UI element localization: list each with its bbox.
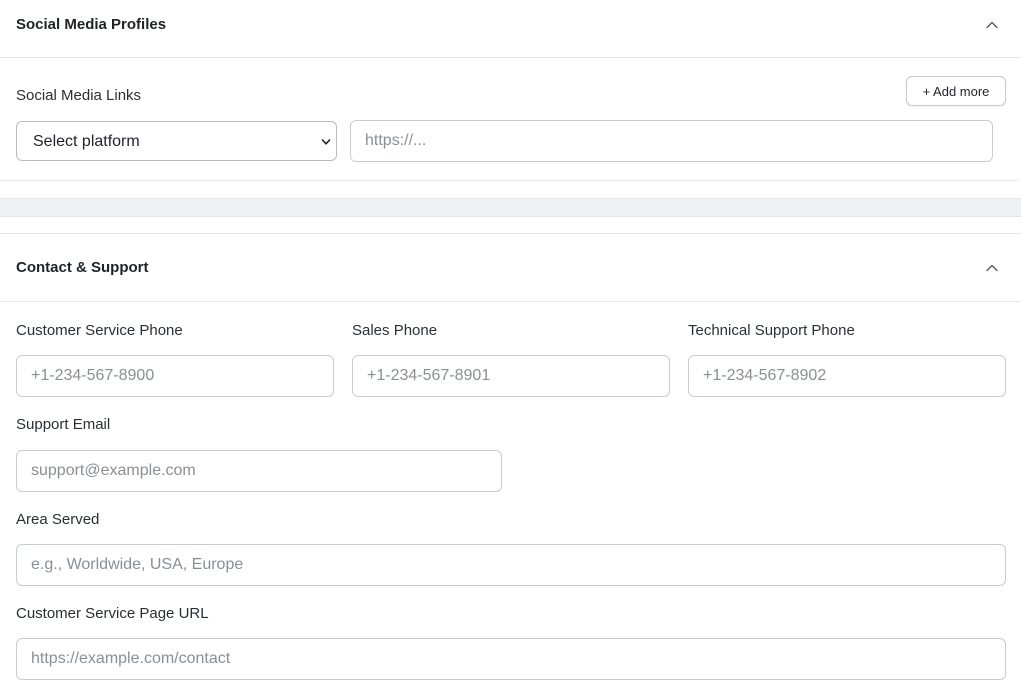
social-media-panel: Social Media Profiles Social Media Links… bbox=[0, 0, 1021, 181]
add-more-button[interactable]: + Add more bbox=[906, 76, 1006, 106]
customer-service-phone-input[interactable] bbox=[16, 355, 334, 397]
technical-support-phone-label: Technical Support Phone bbox=[688, 322, 855, 339]
customer-service-phone-label: Customer Service Phone bbox=[16, 322, 183, 339]
support-email-input[interactable] bbox=[16, 450, 502, 492]
contact-support-panel: Contact & Support Customer Service Phone… bbox=[0, 233, 1021, 693]
sales-phone-input[interactable] bbox=[352, 355, 670, 397]
chevron-up-icon[interactable] bbox=[985, 18, 999, 32]
support-email-label: Support Email bbox=[16, 416, 111, 433]
sales-phone-label: Sales Phone bbox=[352, 322, 438, 339]
area-served-label: Area Served bbox=[16, 511, 100, 528]
technical-support-phone-input[interactable] bbox=[688, 355, 1006, 397]
chevron-up-icon[interactable] bbox=[985, 261, 999, 275]
social-media-links-label: Social Media Links bbox=[16, 87, 142, 104]
social-media-panel-header[interactable]: Social Media Profiles bbox=[0, 0, 1021, 58]
contact-support-panel-header[interactable]: Contact & Support bbox=[0, 234, 1021, 302]
area-served-input[interactable] bbox=[16, 544, 1006, 586]
customer-service-page-url-label: Customer Service Page URL bbox=[16, 605, 209, 622]
social-media-panel-title: Social Media Profiles bbox=[16, 16, 167, 33]
contact-support-panel-title: Contact & Support bbox=[16, 259, 149, 276]
customer-service-page-url-input[interactable] bbox=[16, 638, 1006, 680]
social-url-input[interactable] bbox=[350, 120, 993, 162]
section-divider bbox=[0, 198, 1021, 217]
platform-select[interactable]: Select platform bbox=[16, 121, 337, 161]
